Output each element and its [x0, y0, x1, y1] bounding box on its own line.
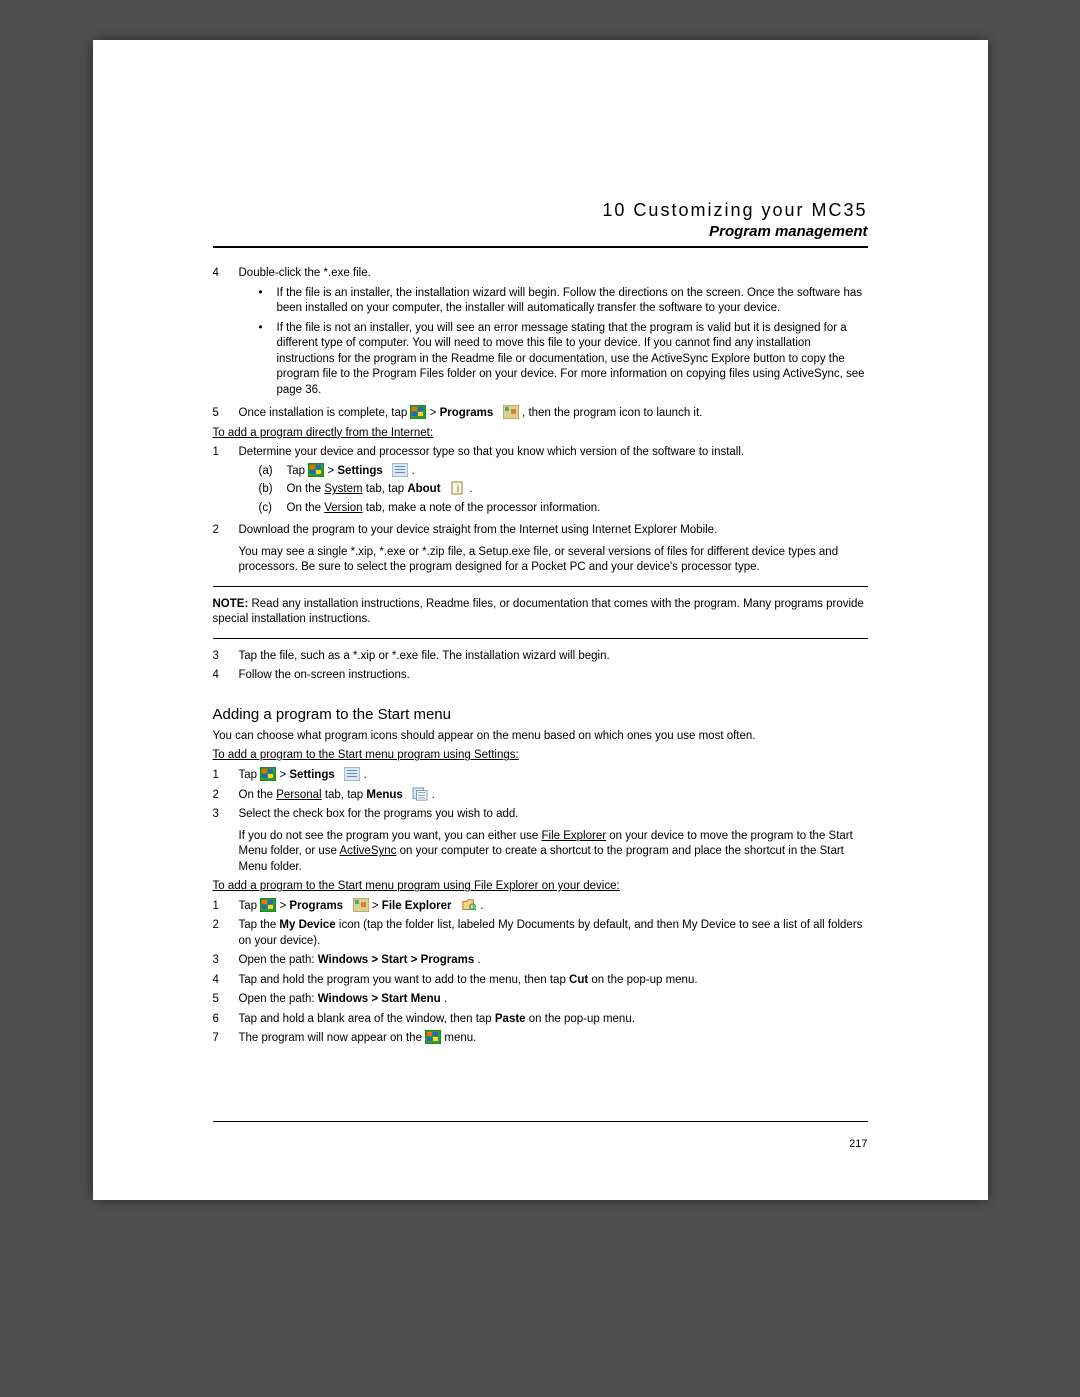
list-number: 3	[213, 649, 239, 665]
divider	[213, 586, 868, 587]
page-number: 217	[849, 1138, 867, 1150]
bullet-mark: •	[259, 286, 277, 317]
file-explorer-icon	[461, 898, 477, 912]
list-number: 2	[213, 788, 239, 804]
list-number: 4	[213, 973, 239, 989]
list-item: 2 Download the program to your device st…	[213, 523, 868, 576]
programs-icon	[353, 898, 369, 912]
list-text: Once installation is complete, tap > Pro…	[239, 406, 868, 422]
list-number: 1	[213, 445, 239, 519]
document-page: 10 Customizing your MC35 Program managem…	[93, 40, 988, 1200]
sub-item: (b) On the System tab, tap About i .	[259, 482, 868, 498]
list-text: Tap > Programs > File Explorer .	[239, 899, 868, 915]
note-text: Read any installation instructions, Read…	[213, 598, 864, 626]
start-flag-icon	[260, 767, 276, 781]
list-text: Double-click the *.exe file.	[239, 266, 868, 282]
list-text: Determine your device and processor type…	[239, 445, 868, 461]
list-item: 4 Double-click the *.exe file. • If the …	[213, 266, 868, 402]
list-item: 2 On the Personal tab, tap Menus .	[213, 788, 868, 804]
section-heading: Adding a program to the Start menu	[213, 706, 868, 723]
settings-icon	[392, 463, 408, 477]
sub-heading: To add a program to the Start menu progr…	[213, 879, 868, 895]
list-item: 1 Tap > Settings .	[213, 768, 868, 784]
list-number: 5	[213, 992, 239, 1008]
list-number: 3	[213, 807, 239, 875]
list-text: Open the path: Windows > Start > Program…	[239, 953, 868, 969]
list-number: 6	[213, 1012, 239, 1028]
start-flag-icon	[425, 1030, 441, 1044]
start-flag-icon	[410, 405, 426, 419]
bullet-mark: •	[259, 321, 277, 399]
programs-icon	[503, 405, 519, 419]
list-text: Open the path: Windows > Start Menu .	[239, 992, 868, 1008]
start-flag-icon	[260, 898, 276, 912]
list-item: 3 Select the check box for the programs …	[213, 807, 868, 875]
list-number: 3	[213, 953, 239, 969]
sub-text: Tap > Settings .	[287, 464, 415, 480]
list-item: 1 Tap > Programs > File Explorer .	[213, 899, 868, 915]
paragraph: You can choose what program icons should…	[213, 729, 868, 745]
list-text: On the Personal tab, tap Menus .	[239, 788, 868, 804]
sub-heading: To add a program to the Start menu progr…	[213, 748, 868, 764]
list-number: 5	[213, 406, 239, 422]
footer-rule	[213, 1121, 868, 1122]
list-text: Download the program to your device stra…	[239, 523, 868, 539]
bullet-item: • If the file is not an installer, you w…	[259, 321, 868, 399]
note-block: NOTE: Read any installation instructions…	[213, 597, 868, 628]
header-rule	[213, 246, 868, 248]
list-text: The program will now appear on the menu.	[239, 1031, 868, 1047]
list-number: 1	[213, 768, 239, 784]
list-text: Tap the My Device icon (tap the folder l…	[239, 918, 868, 949]
chapter-title: 10 Customizing your MC35	[213, 200, 868, 221]
list-item: 4 Follow the on-screen instructions.	[213, 668, 868, 684]
svg-text:i: i	[457, 484, 459, 495]
list-item: 4 Tap and hold the program you want to a…	[213, 973, 868, 989]
list-number: 4	[213, 668, 239, 684]
sub-letter: (c)	[259, 501, 287, 517]
section-title: Program management	[213, 223, 868, 240]
list-text: Follow the on-screen instructions.	[239, 668, 868, 684]
sub-letter: (b)	[259, 482, 287, 498]
start-flag-icon	[308, 463, 324, 477]
list-number: 1	[213, 899, 239, 915]
sub-item: (c) On the Version tab, make a note of t…	[259, 501, 868, 517]
sub-text: On the System tab, tap About i .	[287, 482, 473, 498]
list-text: Tap the file, such as a *.xip or *.exe f…	[239, 649, 868, 665]
list-number: 7	[213, 1031, 239, 1047]
bullet-text: If the file is an installer, the install…	[277, 286, 868, 317]
page-header: 10 Customizing your MC35 Program managem…	[213, 200, 868, 240]
note-label: NOTE:	[213, 598, 249, 610]
list-item: 3 Open the path: Windows > Start > Progr…	[213, 953, 868, 969]
list-item: 2 Tap the My Device icon (tap the folder…	[213, 918, 868, 949]
list-text: Tap > Settings .	[239, 768, 868, 784]
list-item: 1 Determine your device and processor ty…	[213, 445, 868, 519]
settings-label: Settings	[337, 465, 382, 477]
divider	[213, 638, 868, 639]
list-text: You may see a single *.xip, *.exe or *.z…	[239, 545, 868, 576]
bullet-text: If the file is not an installer, you wil…	[277, 321, 868, 399]
sub-item: (a) Tap > Settings .	[259, 464, 868, 480]
menus-icon	[412, 787, 428, 801]
about-icon: i	[450, 481, 466, 495]
list-number: 4	[213, 266, 239, 402]
list-item: 5 Open the path: Windows > Start Menu .	[213, 992, 868, 1008]
list-item: 6 Tap and hold a blank area of the windo…	[213, 1012, 868, 1028]
list-item: 5 Once installation is complete, tap > P…	[213, 406, 868, 422]
list-text: If you do not see the program you want, …	[239, 829, 868, 876]
list-text: Tap and hold a blank area of the window,…	[239, 1012, 868, 1028]
sub-letter: (a)	[259, 464, 287, 480]
list-item: 7 The program will now appear on the men…	[213, 1031, 868, 1047]
sub-heading: To add a program directly from the Inter…	[213, 426, 868, 442]
list-text: Tap and hold the program you want to add…	[239, 973, 868, 989]
list-number: 2	[213, 523, 239, 576]
list-item: 3 Tap the file, such as a *.xip or *.exe…	[213, 649, 868, 665]
programs-label: Programs	[440, 407, 494, 419]
list-text: Select the check box for the programs yo…	[239, 807, 868, 823]
bullet-item: • If the file is an installer, the insta…	[259, 286, 868, 317]
sub-text: On the Version tab, make a note of the p…	[287, 501, 601, 517]
settings-icon	[344, 767, 360, 781]
list-number: 2	[213, 918, 239, 949]
